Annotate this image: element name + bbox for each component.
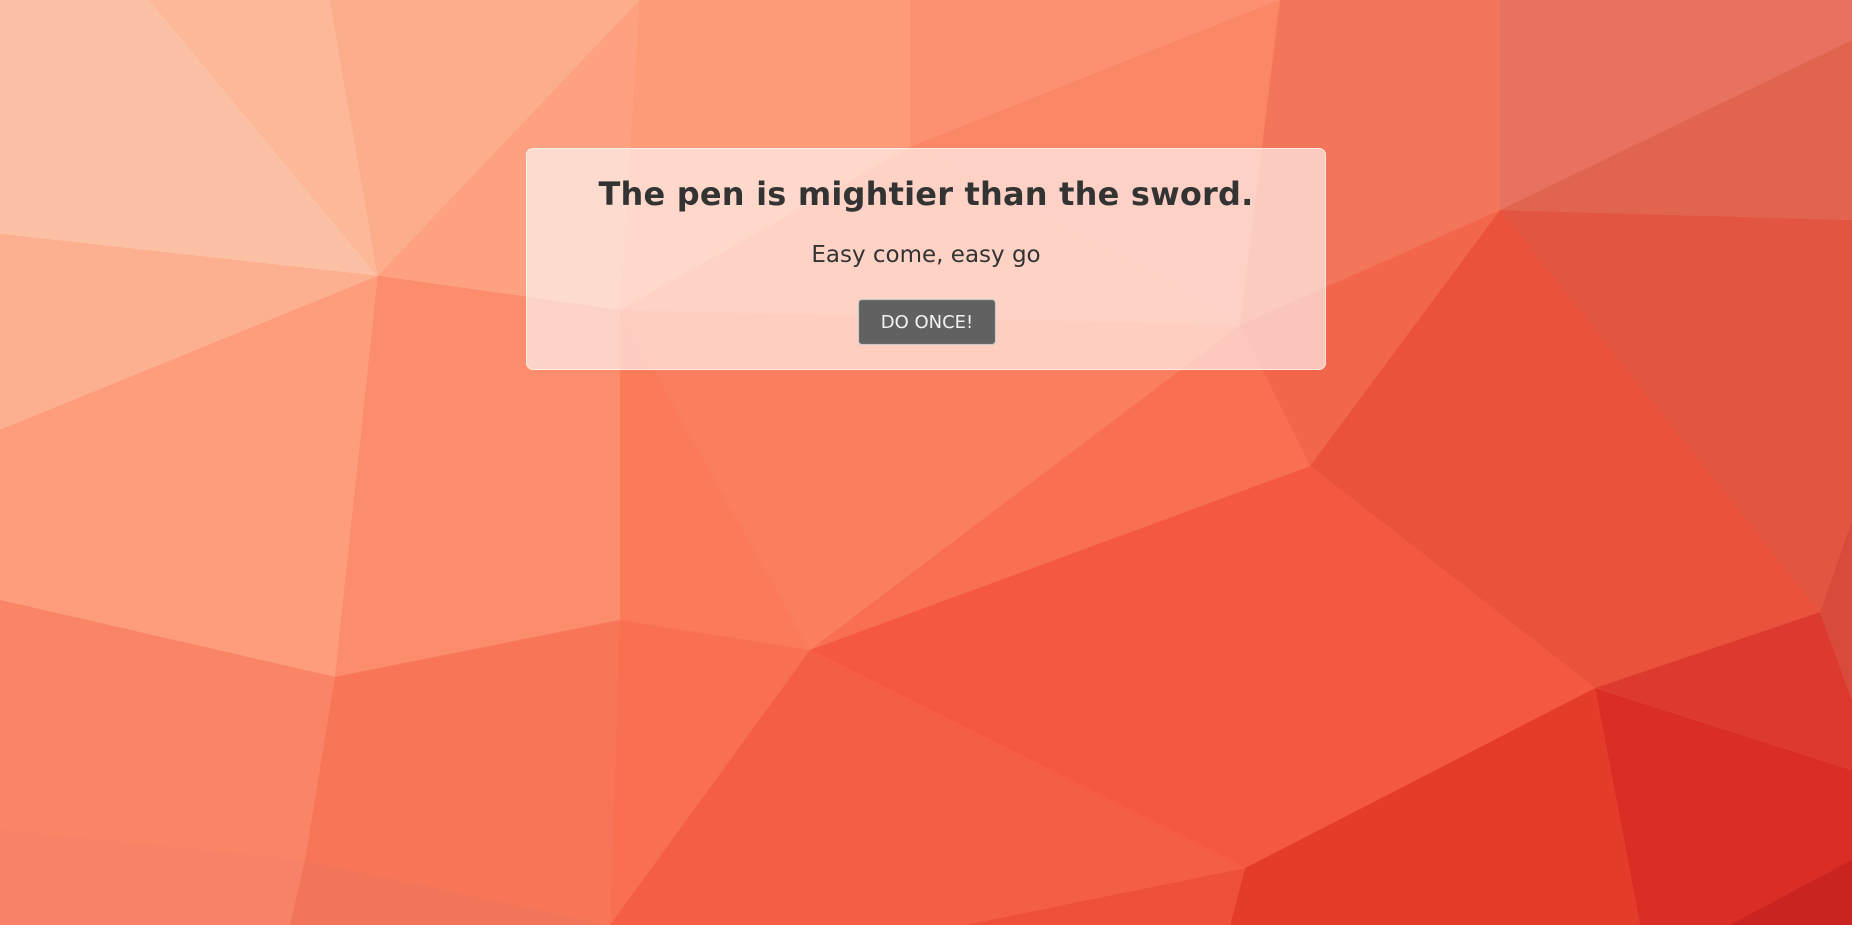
quote-card: The pen is mightier than the sword. Easy… xyxy=(526,148,1326,370)
quote-headline: The pen is mightier than the sword. xyxy=(598,175,1254,213)
low-poly-background xyxy=(0,0,1852,925)
quote-subline: Easy come, easy go xyxy=(811,242,1041,268)
do-once-button[interactable]: DO ONCE! xyxy=(858,299,996,345)
